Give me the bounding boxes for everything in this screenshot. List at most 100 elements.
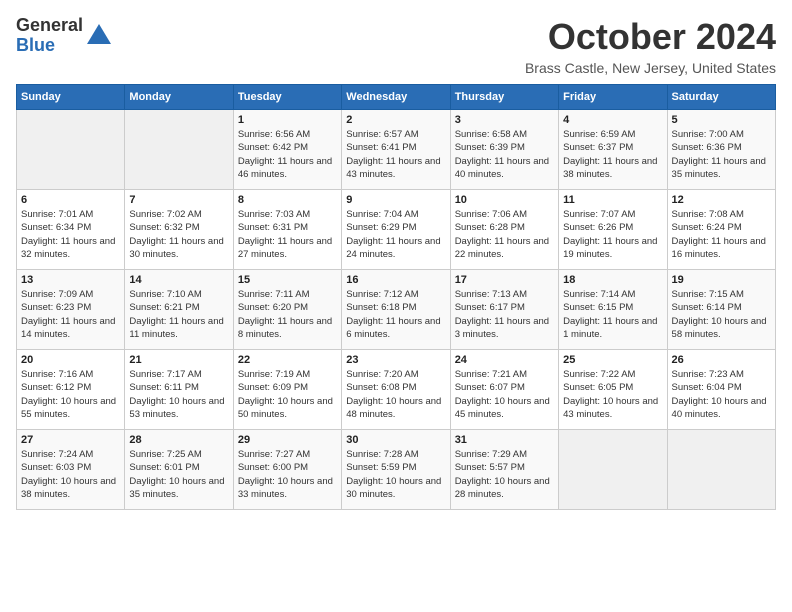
day-info: Sunrise: 7:02 AMSunset: 6:32 PMDaylight:… bbox=[129, 208, 228, 261]
calendar-week-5: 27 Sunrise: 7:24 AMSunset: 6:03 PMDayligh… bbox=[17, 430, 776, 510]
calendar-cell: 12Sunrise: 7:08 AMSunset: 6:24 PMDayligh… bbox=[667, 190, 775, 270]
day-info: Sunrise: 7:08 AMSunset: 6:24 PMDaylight:… bbox=[672, 208, 771, 261]
calendar-cell: 6 Sunrise: 7:01 AMSunset: 6:34 PMDaylight… bbox=[17, 190, 125, 270]
day-info: Sunrise: 7:00 AMSunset: 6:36 PMDaylight:… bbox=[672, 128, 771, 181]
day-info: Sunrise: 7:17 AMSunset: 6:11 PMDaylight:… bbox=[129, 368, 228, 421]
day-number: 10 bbox=[455, 194, 554, 206]
day-number: 5 bbox=[672, 114, 771, 126]
day-number: 15 bbox=[238, 274, 337, 286]
day-number: 22 bbox=[238, 354, 337, 366]
day-info: Sunrise: 7:04 AMSunset: 6:29 PMDaylight:… bbox=[346, 208, 445, 261]
calendar-cell: 2Sunrise: 6:57 AMSunset: 6:41 PMDaylight… bbox=[342, 110, 450, 190]
header-day-tuesday: Tuesday bbox=[233, 85, 341, 110]
calendar-week-2: 6 Sunrise: 7:01 AMSunset: 6:34 PMDaylight… bbox=[17, 190, 776, 270]
day-number: 17 bbox=[455, 274, 554, 286]
page-header: General Blue October 2024 Brass Castle, … bbox=[16, 16, 776, 76]
day-info: Sunrise: 7:01 AMSunset: 6:34 PMDaylight:… bbox=[21, 208, 120, 261]
day-info: Sunrise: 7:15 AMSunset: 6:14 PMDaylight:… bbox=[672, 288, 771, 341]
day-info: Sunrise: 7:29 AMSunset: 5:57 PMDaylight:… bbox=[455, 448, 554, 501]
day-info: Sunrise: 7:27 AMSunset: 6:00 PMDaylight:… bbox=[238, 448, 337, 501]
day-info: Sunrise: 7:20 AMSunset: 6:08 PMDaylight:… bbox=[346, 368, 445, 421]
day-info: Sunrise: 7:19 AMSunset: 6:09 PMDaylight:… bbox=[238, 368, 337, 421]
header-day-sunday: Sunday bbox=[17, 85, 125, 110]
day-number: 4 bbox=[563, 114, 662, 126]
day-number: 9 bbox=[346, 194, 445, 206]
calendar-cell: 29Sunrise: 7:27 AMSunset: 6:00 PMDayligh… bbox=[233, 430, 341, 510]
logo-icon bbox=[85, 22, 113, 50]
calendar-cell bbox=[559, 430, 667, 510]
calendar-body: 1 Sunrise: 6:56 AMSunset: 6:42 PMDaylight… bbox=[17, 110, 776, 510]
day-number: 23 bbox=[346, 354, 445, 366]
day-number: 11 bbox=[563, 194, 662, 206]
day-info: Sunrise: 6:59 AMSunset: 6:37 PMDaylight:… bbox=[563, 128, 662, 181]
calendar-cell: 19 Sunrise: 7:15 AMSunset: 6:14 PMDayligh… bbox=[667, 270, 775, 350]
month-title: October 2024 bbox=[525, 16, 776, 58]
day-info: Sunrise: 7:28 AMSunset: 5:59 PMDaylight:… bbox=[346, 448, 445, 501]
day-info: Sunrise: 7:23 AMSunset: 6:04 PMDaylight:… bbox=[672, 368, 771, 421]
header-day-thursday: Thursday bbox=[450, 85, 558, 110]
calendar-cell: 15Sunrise: 7:11 AMSunset: 6:20 PMDayligh… bbox=[233, 270, 341, 350]
day-number: 27 bbox=[21, 434, 120, 446]
calendar-cell: 13Sunrise: 7:09 AMSunset: 6:23 PMDayligh… bbox=[17, 270, 125, 350]
calendar-cell bbox=[667, 430, 775, 510]
day-number: 19 bbox=[672, 274, 771, 286]
logo: General Blue bbox=[16, 16, 113, 56]
day-info: Sunrise: 6:57 AMSunset: 6:41 PMDaylight:… bbox=[346, 128, 445, 181]
logo-blue: Blue bbox=[16, 36, 83, 56]
day-number: 28 bbox=[129, 434, 228, 446]
header-day-friday: Friday bbox=[559, 85, 667, 110]
calendar-header: SundayMondayTuesdayWednesdayThursdayFrid… bbox=[17, 85, 776, 110]
logo-general: General bbox=[16, 16, 83, 36]
calendar-cell: 30 Sunrise: 7:28 AMSunset: 5:59 PMDayligh… bbox=[342, 430, 450, 510]
calendar-cell: 11 Sunrise: 7:07 AMSunset: 6:26 PMDayligh… bbox=[559, 190, 667, 270]
day-info: Sunrise: 7:24 AMSunset: 6:03 PMDaylight:… bbox=[21, 448, 120, 501]
calendar-cell: 10 Sunrise: 7:06 AMSunset: 6:28 PMDayligh… bbox=[450, 190, 558, 270]
calendar-cell: 31 Sunrise: 7:29 AMSunset: 5:57 PMDayligh… bbox=[450, 430, 558, 510]
day-info: Sunrise: 7:22 AMSunset: 6:05 PMDaylight:… bbox=[563, 368, 662, 421]
calendar-table: SundayMondayTuesdayWednesdayThursdayFrid… bbox=[16, 84, 776, 510]
day-number: 14 bbox=[129, 274, 228, 286]
day-number: 21 bbox=[129, 354, 228, 366]
calendar-cell: 7 Sunrise: 7:02 AMSunset: 6:32 PMDaylight… bbox=[125, 190, 233, 270]
header-day-wednesday: Wednesday bbox=[342, 85, 450, 110]
calendar-cell: 16 Sunrise: 7:12 AMSunset: 6:18 PMDayligh… bbox=[342, 270, 450, 350]
day-number: 20 bbox=[21, 354, 120, 366]
location: Brass Castle, New Jersey, United States bbox=[525, 60, 776, 76]
day-number: 1 bbox=[238, 114, 337, 126]
day-info: Sunrise: 6:58 AMSunset: 6:39 PMDaylight:… bbox=[455, 128, 554, 181]
calendar-cell: 8Sunrise: 7:03 AMSunset: 6:31 PMDaylight… bbox=[233, 190, 341, 270]
day-number: 7 bbox=[129, 194, 228, 206]
day-number: 26 bbox=[672, 354, 771, 366]
calendar-cell bbox=[17, 110, 125, 190]
day-info: Sunrise: 7:06 AMSunset: 6:28 PMDaylight:… bbox=[455, 208, 554, 261]
day-number: 16 bbox=[346, 274, 445, 286]
day-number: 8 bbox=[238, 194, 337, 206]
calendar-cell: 18Sunrise: 7:14 AMSunset: 6:15 PMDayligh… bbox=[559, 270, 667, 350]
calendar-cell: 5 Sunrise: 7:00 AMSunset: 6:36 PMDaylight… bbox=[667, 110, 775, 190]
day-info: Sunrise: 7:10 AMSunset: 6:21 PMDaylight:… bbox=[129, 288, 228, 341]
calendar-cell: 17Sunrise: 7:13 AMSunset: 6:17 PMDayligh… bbox=[450, 270, 558, 350]
calendar-cell: 9 Sunrise: 7:04 AMSunset: 6:29 PMDaylight… bbox=[342, 190, 450, 270]
day-number: 31 bbox=[455, 434, 554, 446]
calendar-week-4: 20Sunrise: 7:16 AMSunset: 6:12 PMDayligh… bbox=[17, 350, 776, 430]
day-number: 18 bbox=[563, 274, 662, 286]
day-info: Sunrise: 7:07 AMSunset: 6:26 PMDaylight:… bbox=[563, 208, 662, 261]
calendar-cell: 14 Sunrise: 7:10 AMSunset: 6:21 PMDayligh… bbox=[125, 270, 233, 350]
calendar-cell: 21 Sunrise: 7:17 AMSunset: 6:11 PMDayligh… bbox=[125, 350, 233, 430]
day-number: 6 bbox=[21, 194, 120, 206]
calendar-cell: 3Sunrise: 6:58 AMSunset: 6:39 PMDaylight… bbox=[450, 110, 558, 190]
calendar-cell: 27 Sunrise: 7:24 AMSunset: 6:03 PMDayligh… bbox=[17, 430, 125, 510]
day-number: 30 bbox=[346, 434, 445, 446]
day-number: 13 bbox=[21, 274, 120, 286]
day-info: Sunrise: 7:12 AMSunset: 6:18 PMDaylight:… bbox=[346, 288, 445, 341]
header-row: SundayMondayTuesdayWednesdayThursdayFrid… bbox=[17, 85, 776, 110]
calendar-cell: 24Sunrise: 7:21 AMSunset: 6:07 PMDayligh… bbox=[450, 350, 558, 430]
day-number: 25 bbox=[563, 354, 662, 366]
day-number: 24 bbox=[455, 354, 554, 366]
calendar-cell: 20Sunrise: 7:16 AMSunset: 6:12 PMDayligh… bbox=[17, 350, 125, 430]
header-day-monday: Monday bbox=[125, 85, 233, 110]
calendar-cell: 25 Sunrise: 7:22 AMSunset: 6:05 PMDayligh… bbox=[559, 350, 667, 430]
day-info: Sunrise: 6:56 AMSunset: 6:42 PMDaylight:… bbox=[238, 128, 337, 181]
calendar-cell: 23 Sunrise: 7:20 AMSunset: 6:08 PMDayligh… bbox=[342, 350, 450, 430]
calendar-cell: 26 Sunrise: 7:23 AMSunset: 6:04 PMDayligh… bbox=[667, 350, 775, 430]
